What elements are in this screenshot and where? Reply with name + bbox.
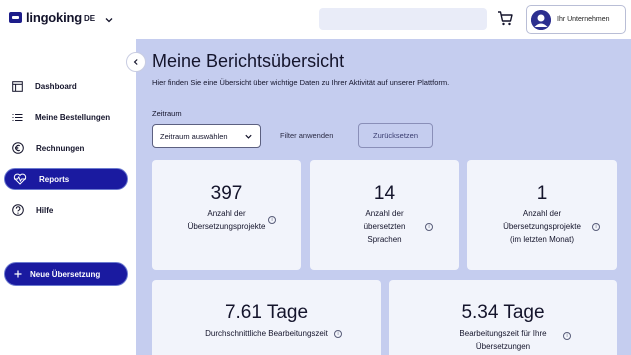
stat-value: 397	[210, 183, 243, 204]
stat-card-languages: 14 Anzahl der übersetzten Sprachen i	[310, 160, 459, 270]
info-icon[interactable]: i	[563, 332, 571, 340]
stat-value: 14	[373, 183, 396, 204]
stat-label-line: (im letzten Monat)	[509, 235, 575, 244]
stat-label-line: Sprachen	[367, 235, 402, 244]
chevron-left-icon	[133, 59, 138, 65]
period-select-value: Zeitraum auswählen	[160, 131, 228, 141]
page-subtitle: Hier finden Sie eine Übersicht über wich…	[152, 78, 450, 87]
reset-button-label: Zurücksetzen	[372, 131, 419, 140]
stat-label-line: Anzahl der	[207, 209, 246, 218]
account-button[interactable]: Ihr Unternehmen	[526, 5, 626, 34]
stat-label-line: Übersetzungen	[475, 342, 531, 351]
new-translation-button[interactable]: Neue Übersetzung	[4, 262, 128, 286]
apply-filter-button[interactable]: Filter anwenden	[280, 131, 333, 140]
logo-text: lingoking	[26, 10, 82, 25]
info-icon[interactable]: i	[268, 216, 276, 224]
period-label: Zeitraum	[152, 109, 182, 118]
stat-card-avg-processing-time: 7.61 Tage Durchschnittliche Bearbeitungs…	[152, 280, 381, 355]
stat-card-projects-last-month: 1 Anzahl der Übersetzungsprojekte (im le…	[467, 160, 617, 270]
info-icon[interactable]: i	[592, 223, 600, 231]
euro-icon	[12, 142, 24, 154]
account-label: Ihr Unternehmen	[557, 16, 610, 23]
info-icon[interactable]: i	[334, 330, 342, 338]
stat-label-line: Bearbeitungszeit für Ihre	[459, 329, 547, 338]
heart-pulse-icon	[13, 173, 27, 185]
sidebar-item-dashboard[interactable]: Dashboard	[4, 75, 128, 97]
logo-icon	[9, 12, 22, 23]
chevron-down-icon[interactable]	[104, 12, 114, 30]
collapse-sidebar-button[interactable]	[126, 52, 146, 72]
sidebar-item-invoices[interactable]: Rechnungen	[4, 137, 128, 159]
sidebar-item-label: Meine Bestellungen	[35, 112, 111, 122]
sidebar-item-orders[interactable]: Meine Bestellungen	[4, 106, 128, 128]
language-selector[interactable]: DE	[84, 14, 95, 23]
stat-card-your-processing-time: 5.34 Tage Bearbeitungszeit für Ihre Über…	[389, 280, 617, 355]
search-input[interactable]	[319, 8, 487, 30]
stat-label-line: Übersetzungsprojekte	[187, 222, 266, 231]
sidebar-item-label: Hilfe	[36, 205, 54, 215]
stat-label-line: Durchschnittliche Bearbeitungszeit	[205, 329, 328, 338]
stat-value: 1	[536, 183, 548, 204]
stat-label-line: Anzahl der	[365, 209, 404, 218]
logo[interactable]: lingoking	[9, 10, 82, 25]
new-translation-label: Neue Übersetzung	[30, 269, 101, 279]
plus-icon	[14, 270, 22, 278]
reset-button[interactable]: Zurücksetzen	[358, 123, 433, 148]
stat-card-projects: 397 Anzahl der Übersetzungsprojekte i	[152, 160, 301, 270]
stat-label-line: Anzahl der	[522, 209, 562, 218]
sidebar-item-label: Reports	[39, 174, 70, 184]
layout-icon	[12, 80, 23, 92]
avatar	[531, 9, 551, 30]
list-icon	[12, 113, 23, 121]
help-icon	[12, 204, 24, 216]
chevron-down-icon	[245, 134, 252, 139]
cart-icon[interactable]	[497, 10, 514, 32]
info-icon[interactable]: i	[425, 223, 433, 231]
stat-value: 5.34 Tage	[461, 302, 545, 323]
sidebar-item-reports[interactable]: Reports	[4, 168, 128, 190]
period-select[interactable]: Zeitraum auswählen	[152, 124, 261, 148]
page-title: Meine Berichtsübersicht	[152, 51, 345, 71]
sidebar-item-label: Rechnungen	[36, 143, 85, 153]
sidebar-item-help[interactable]: Hilfe	[4, 199, 128, 221]
stat-label-line: übersetzten	[363, 222, 406, 231]
sidebar-item-label: Dashboard	[35, 81, 77, 91]
stat-value: 7.61 Tage	[224, 302, 309, 323]
